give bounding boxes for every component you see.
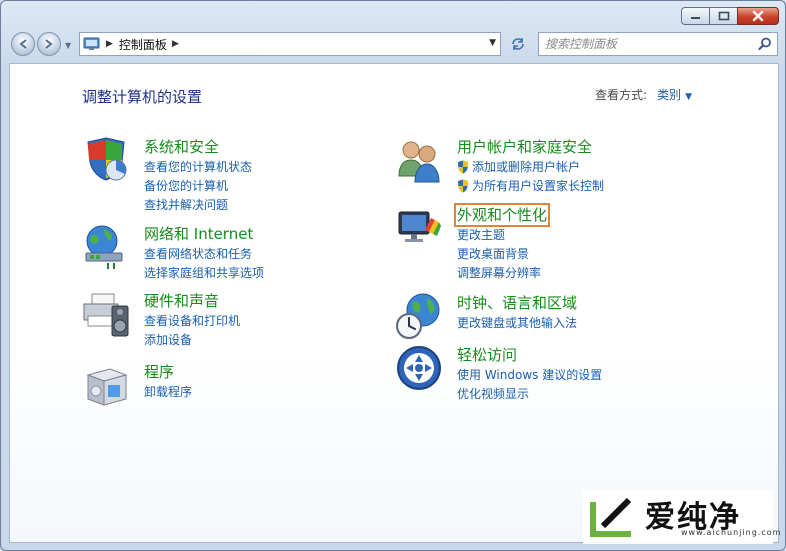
breadcrumb-separator-icon: ▶ (171, 39, 179, 49)
link-label: 为所有用户设置家长控制 (472, 179, 605, 193)
watermark-url: www.aichunjing.com (681, 528, 782, 537)
navigation-bar: ▼ ▶ 控制面板 ▶ ▼ (1, 31, 785, 59)
arrow-left-icon (19, 39, 27, 49)
maximize-button[interactable] (709, 7, 738, 25)
search-box (538, 32, 778, 56)
control-panel-icon (83, 37, 100, 50)
category-title-text: 外观和个性化 (453, 203, 551, 227)
monitor-palette-icon (398, 211, 441, 242)
link-devices-printers[interactable]: 查看设备和打印机 (144, 311, 240, 330)
link-change-input-method[interactable]: 更改键盘或其他输入法 (457, 313, 577, 332)
arrow-right-icon (45, 39, 53, 49)
category-programs: 程序 卸载程序 (82, 361, 362, 409)
search-input[interactable] (545, 34, 745, 54)
category-hardware-sound: 硬件和声音 查看设备和打印机 添加设备 (82, 290, 362, 350)
view-by-label: 查看方式: (595, 88, 648, 102)
category-title[interactable]: 程序 (144, 361, 174, 382)
ease-of-access-icon (397, 346, 441, 390)
forward-button[interactable] (37, 32, 61, 56)
category-title[interactable]: 用户帐户和家庭安全 (457, 136, 592, 157)
link-homegroup-sharing[interactable]: 选择家庭组和共享选项 (144, 263, 264, 282)
close-button[interactable] (737, 7, 779, 25)
uac-shield-icon (458, 160, 468, 173)
view-by-dropdown-icon[interactable]: ▼ (685, 92, 692, 102)
category-clock-language-region: 时钟、语言和区域 更改键盘或其他输入法 (395, 292, 725, 352)
category-title[interactable]: 系统和安全 (144, 136, 219, 157)
search-icon[interactable] (758, 37, 772, 51)
breadcrumb-control-panel[interactable]: 控制面板 (119, 36, 167, 53)
caption-buttons (681, 7, 779, 25)
link-troubleshoot[interactable]: 查找并解决问题 (144, 195, 252, 214)
view-by-select[interactable]: 类别 (657, 88, 681, 102)
refresh-button[interactable] (506, 32, 530, 56)
address-dropdown-icon[interactable]: ▼ (489, 38, 496, 48)
address-bar[interactable]: ▶ 控制面板 ▶ ▼ (79, 32, 501, 56)
link-label: 添加或删除用户帐户 (472, 160, 581, 174)
network-globe-icon (85, 225, 123, 269)
link-add-device[interactable]: 添加设备 (144, 330, 240, 349)
category-title[interactable]: 硬件和声音 (144, 290, 219, 311)
link-change-desktop-background[interactable]: 更改桌面背景 (457, 244, 541, 263)
page-title: 调整计算机的设置 (82, 88, 203, 106)
view-by: 查看方式: 类别 ▼ (595, 86, 692, 103)
shield-pie-icon (87, 137, 127, 181)
watermark-logo-icon (590, 497, 632, 537)
watermark: 爱纯净 www.aichunjing.com (583, 490, 780, 544)
content-pane: 调整计算机的设置 查看方式: 类别 ▼ 系统和安全 查看您的计算机状态 备份您的计算… (9, 63, 779, 543)
recent-pages-dropdown[interactable]: ▼ (65, 41, 71, 50)
users-icon (398, 141, 440, 183)
minimize-icon (690, 17, 700, 19)
category-title[interactable]: 轻松访问 (457, 344, 517, 365)
category-title-highlighted[interactable]: 外观和个性化 (453, 203, 551, 227)
link-adjust-resolution[interactable]: 调整屏幕分辨率 (457, 263, 541, 282)
link-add-remove-accounts[interactable]: 添加或删除用户帐户 (457, 157, 604, 176)
category-title[interactable]: 时钟、语言和区域 (457, 292, 577, 313)
printer-speaker-icon (83, 293, 129, 337)
link-uninstall-program[interactable]: 卸载程序 (144, 382, 192, 401)
back-button[interactable] (11, 32, 35, 56)
maximize-icon (718, 11, 729, 21)
close-icon (752, 10, 764, 22)
category-user-accounts: 用户帐户和家庭安全 添加或删除用户帐户 为所有用户设置家长控制 (395, 136, 725, 196)
category-title[interactable]: 网络和 Internet (144, 223, 253, 244)
category-network-internet: 网络和 Internet 查看网络状态和任务 选择家庭组和共享选项 (82, 223, 362, 283)
uac-shield-icon (458, 179, 468, 192)
link-change-theme[interactable]: 更改主题 (457, 225, 541, 244)
clock-globe-icon (396, 293, 440, 339)
minimize-button[interactable] (681, 7, 710, 25)
category-appearance-personalization: 外观和个性化 更改主题 更改桌面背景 调整屏幕分辨率 (395, 203, 725, 282)
category-system-security: 系统和安全 查看您的计算机状态 备份您的计算机 查找并解决问题 (82, 136, 362, 212)
link-network-status[interactable]: 查看网络状态和任务 (144, 244, 264, 263)
refresh-icon (512, 38, 524, 50)
link-windows-recommended-settings[interactable]: 使用 Windows 建议的设置 (457, 365, 602, 384)
explorer-window: ▼ ▶ 控制面板 ▶ ▼ 搜索控制面板 调整计算机的设置 查看方式: 类别 ▼ … (0, 0, 786, 551)
link-optimize-video-display[interactable]: 优化视频显示 (457, 384, 602, 403)
breadcrumb-separator-icon: ▶ (106, 39, 113, 49)
programs-box-icon (86, 368, 128, 406)
link-backup-computer[interactable]: 备份您的计算机 (144, 176, 252, 195)
category-ease-of-access: 轻松访问 使用 Windows 建议的设置 优化视频显示 (395, 344, 725, 404)
link-parental-controls[interactable]: 为所有用户设置家长控制 (457, 176, 604, 195)
link-view-computer-status[interactable]: 查看您的计算机状态 (144, 157, 252, 176)
